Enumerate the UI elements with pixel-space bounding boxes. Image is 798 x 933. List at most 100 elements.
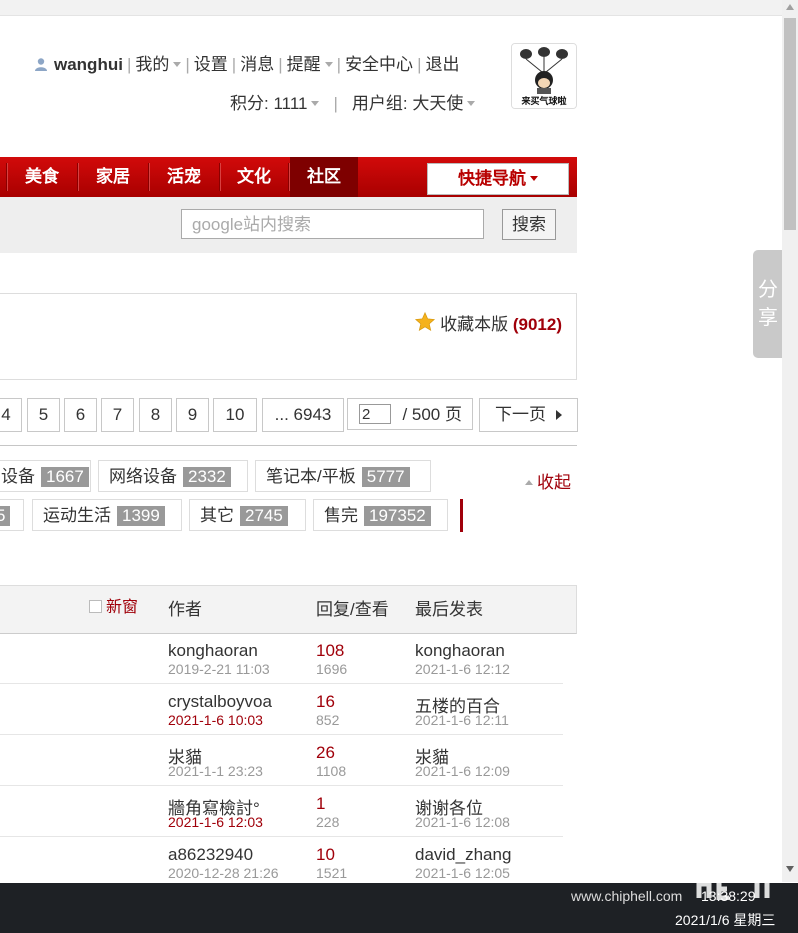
scroll-up-icon[interactable] bbox=[786, 4, 794, 10]
chevron-down-icon bbox=[173, 62, 182, 67]
table-row: 汖貓 2021-1-1 23:23 26 1108 汖貓 2021-1-6 12… bbox=[0, 735, 563, 786]
next-page-label: 下一页 bbox=[495, 405, 546, 424]
new-window-toggle[interactable]: 新窗 bbox=[89, 586, 138, 629]
search-input[interactable]: google站内搜索 bbox=[181, 209, 484, 239]
chevron-up-icon bbox=[525, 480, 533, 485]
category-count: 5 bbox=[0, 506, 11, 526]
points-menu[interactable]: 积分: 1111 bbox=[230, 94, 307, 113]
post-date: 2021-1-6 12:03 bbox=[168, 814, 263, 830]
reply-count[interactable]: 1 bbox=[316, 794, 325, 814]
username-link[interactable]: wanghui bbox=[54, 55, 123, 74]
author-link[interactable]: crystalboyvoa bbox=[168, 692, 272, 712]
table-row: konghaoran 2019-2-21 11:03 108 1696 kong… bbox=[0, 633, 563, 684]
table-row: crystalboyvoa 2021-1-6 10:03 16 852 五楼的百… bbox=[0, 684, 563, 735]
share-label-2: 享 bbox=[758, 307, 778, 329]
page-link[interactable]: 7 bbox=[101, 398, 134, 432]
last-post-column-header[interactable]: 最后发表 bbox=[415, 586, 483, 633]
page-link[interactable]: 9 bbox=[176, 398, 209, 432]
table-row: 牆角寫檢討° 2021-1-6 12:03 1 228 谢谢各位 2021-1-… bbox=[0, 786, 563, 837]
nav-item-pets[interactable]: 活宠 bbox=[150, 157, 218, 197]
page-link[interactable]: 4 bbox=[0, 398, 22, 432]
security-center-link[interactable]: 安全中心 bbox=[345, 55, 413, 74]
reply-count[interactable]: 10 bbox=[316, 845, 335, 865]
category-tag[interactable]: 网络设备 2332 bbox=[98, 460, 248, 492]
favorite-count: (9012) bbox=[512, 315, 562, 334]
author-link[interactable]: a86232940 bbox=[168, 845, 253, 865]
author-link[interactable]: konghaoran bbox=[168, 641, 258, 661]
share-tab[interactable]: 分 享 bbox=[753, 250, 783, 358]
view-count: 228 bbox=[316, 814, 340, 830]
checkbox-icon[interactable] bbox=[89, 600, 102, 613]
last-post-date[interactable]: 2021-1-6 12:09 bbox=[415, 763, 510, 779]
category-label: 设备 bbox=[1, 467, 35, 486]
category-tag[interactable]: 其它 2745 bbox=[189, 499, 306, 531]
last-poster-link[interactable]: david_zhang bbox=[415, 845, 511, 865]
reply-count[interactable]: 26 bbox=[316, 743, 335, 763]
page-number-input[interactable]: 2 bbox=[359, 404, 391, 424]
nav-item-culture[interactable]: 文化 bbox=[221, 157, 287, 197]
avatar-caption: 来买气球啦 bbox=[520, 95, 566, 107]
taskbar-date[interactable]: 2021/1/6 星期三 bbox=[675, 910, 775, 930]
divider bbox=[0, 445, 577, 446]
star-icon bbox=[415, 311, 436, 332]
scroll-down-icon[interactable] bbox=[786, 866, 794, 872]
category-count: 197352 bbox=[364, 506, 431, 526]
last-poster-link[interactable]: konghaoran bbox=[415, 641, 505, 661]
reminders-menu[interactable]: 提醒 bbox=[287, 55, 321, 74]
replies-column-header[interactable]: 回复/查看 bbox=[316, 586, 389, 633]
reply-count[interactable]: 108 bbox=[316, 641, 344, 661]
category-tag[interactable]: 笔记本/平板 5777 bbox=[255, 460, 431, 492]
category-label: 笔记本/平板 bbox=[266, 467, 356, 486]
settings-link[interactable]: 设置 bbox=[194, 55, 228, 74]
quick-nav-label: 快捷导航 bbox=[458, 169, 526, 188]
site-watermark: www.chiphell.com bbox=[571, 888, 683, 904]
chevron-down-icon bbox=[467, 101, 476, 106]
collapse-link[interactable]: 收起 bbox=[525, 468, 571, 493]
category-count: 1667 bbox=[41, 467, 89, 487]
page-link[interactable]: 5 bbox=[27, 398, 60, 432]
page-link[interactable]: 6 bbox=[64, 398, 97, 432]
user-icon bbox=[35, 58, 47, 71]
page-link[interactable]: 10 bbox=[213, 398, 257, 432]
favorite-forum-link[interactable]: 收藏本版 (9012) bbox=[414, 310, 562, 335]
view-count: 1108 bbox=[316, 763, 347, 779]
post-date: 2021-1-1 23:23 bbox=[168, 763, 263, 779]
category-tag[interactable]: 5 bbox=[0, 499, 24, 531]
last-post-date[interactable]: 2021-1-6 12:08 bbox=[415, 814, 510, 830]
search-button[interactable]: 搜索 bbox=[502, 209, 556, 240]
last-post-date[interactable]: 2021-1-6 12:11 bbox=[415, 712, 509, 728]
avatar[interactable]: 来买气球啦 bbox=[511, 43, 577, 109]
nav-item-home[interactable]: 家居 bbox=[79, 157, 147, 197]
messages-link[interactable]: 消息 bbox=[240, 55, 274, 74]
chevron-right-icon bbox=[556, 410, 562, 420]
scrollbar-thumb[interactable] bbox=[784, 18, 796, 230]
last-post-date[interactable]: 2021-1-6 12:12 bbox=[415, 661, 510, 677]
taskbar-time[interactable]: 13:38:29 bbox=[701, 888, 756, 904]
last-post-date[interactable]: 2021-1-6 12:05 bbox=[415, 865, 510, 881]
next-page-button[interactable]: 下一页 bbox=[479, 398, 578, 432]
logout-link[interactable]: 退出 bbox=[425, 55, 459, 74]
search-bar: google站内搜索 搜索 bbox=[0, 197, 577, 253]
scrollbar[interactable] bbox=[782, 0, 798, 882]
page-link[interactable]: 8 bbox=[139, 398, 172, 432]
post-date: 2019-2-21 11:03 bbox=[168, 661, 270, 677]
nav-item-community[interactable]: 社区 bbox=[290, 157, 358, 197]
nav-item-food[interactable]: 美食 bbox=[8, 157, 76, 197]
quick-nav-button[interactable]: 快捷导航 bbox=[427, 163, 569, 195]
page-link-last[interactable]: ... 6943 bbox=[262, 398, 344, 432]
category-tag[interactable]: 运动生活 1399 bbox=[32, 499, 182, 531]
avatar-image: 来买气球啦 bbox=[512, 44, 576, 108]
author-column-header[interactable]: 作者 bbox=[168, 586, 202, 633]
category-tag[interactable]: 售完 197352 bbox=[313, 499, 448, 531]
my-menu[interactable]: 我的 bbox=[135, 55, 169, 74]
user-group-menu[interactable]: 用户组: 大天使 bbox=[352, 94, 463, 113]
reply-count[interactable]: 16 bbox=[316, 692, 335, 712]
collapse-label: 收起 bbox=[537, 473, 571, 492]
view-count: 852 bbox=[316, 712, 340, 728]
category-tag[interactable]: 设备 1667 bbox=[0, 460, 91, 492]
post-date: 2021-1-6 10:03 bbox=[168, 712, 263, 728]
chevron-down-icon bbox=[530, 176, 538, 181]
category-count: 5777 bbox=[361, 467, 410, 487]
category-label: 运动生活 bbox=[43, 506, 111, 525]
view-count: 1696 bbox=[316, 661, 348, 677]
